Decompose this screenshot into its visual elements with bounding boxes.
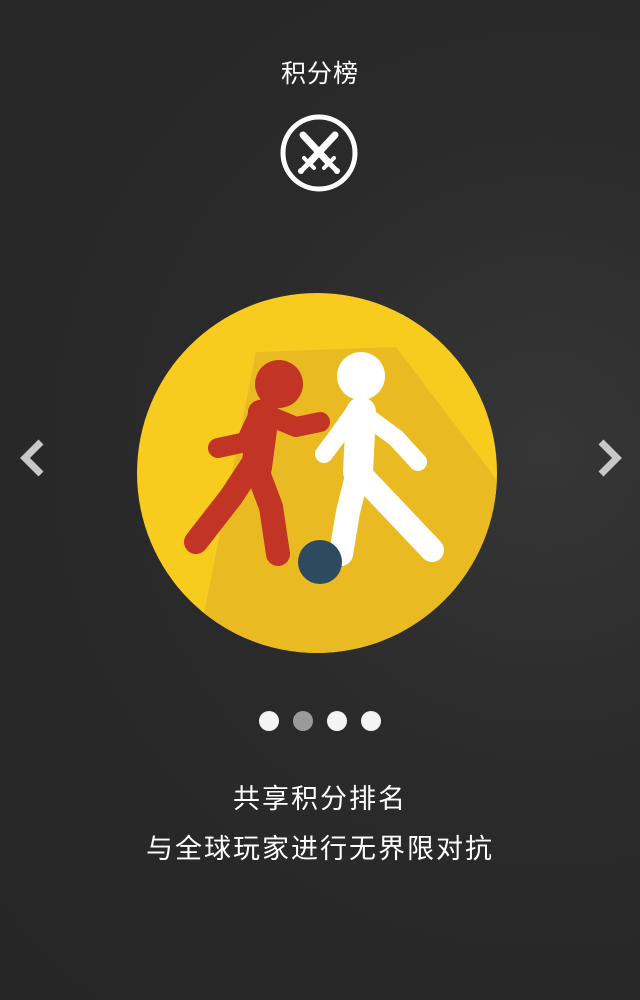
crossed-swords-icon — [280, 114, 358, 192]
pager-dot[interactable] — [327, 711, 347, 731]
pager-dot[interactable] — [259, 711, 279, 731]
pager-dot[interactable] — [361, 711, 381, 731]
soccer-players-icon — [137, 293, 497, 653]
page-title: 积分榜 — [280, 59, 359, 88]
soccer-ball — [298, 540, 342, 584]
caption-title: 共享积分排名 — [233, 784, 407, 815]
chevron-right-icon[interactable] — [592, 436, 628, 480]
caption-subtitle: 与全球玩家进行无界限对抗 — [146, 834, 494, 865]
carousel-pager — [0, 711, 640, 733]
pager-dot-active[interactable] — [293, 711, 313, 731]
chevron-left-icon[interactable] — [14, 436, 50, 480]
